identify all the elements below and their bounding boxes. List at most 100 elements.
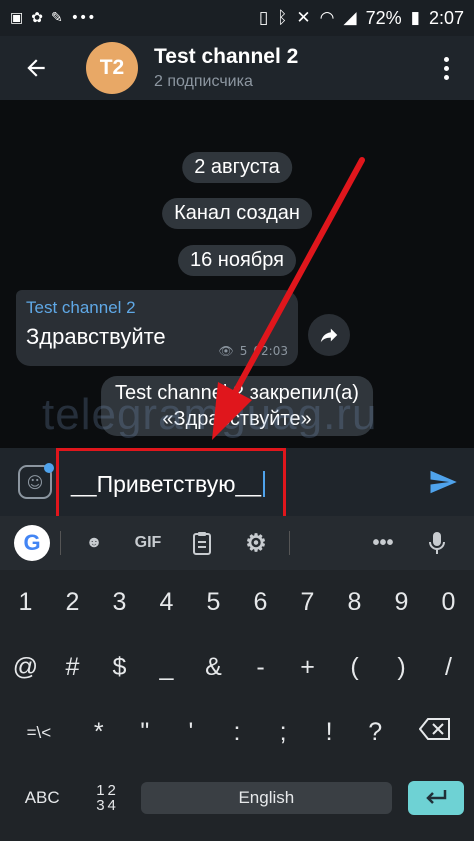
send-button[interactable] xyxy=(428,467,458,497)
battery-icon: ▮ xyxy=(410,8,420,28)
back-button[interactable] xyxy=(12,44,60,92)
number-row: 1 2 3 4 5 6 7 8 9 0 xyxy=(0,570,474,635)
battery-level: 72% xyxy=(365,7,402,28)
message-input-value: __Приветствую__ xyxy=(71,470,262,497)
key[interactable]: - xyxy=(237,653,284,682)
clipboard-icon xyxy=(193,532,211,555)
more-icon: ••• xyxy=(70,10,96,26)
key[interactable]: & xyxy=(190,653,237,682)
key[interactable]: : xyxy=(214,718,260,747)
key[interactable]: ' xyxy=(168,718,214,747)
wifi-icon: ◠ xyxy=(319,8,335,28)
key[interactable]: # xyxy=(49,653,96,682)
pinned-message: «Здравствуйте» xyxy=(162,408,312,430)
message-time: 02:03 xyxy=(253,344,288,358)
key[interactable]: ( xyxy=(331,653,378,682)
key[interactable]: 5 xyxy=(190,588,237,617)
bottom-row: ABC 12 34 English xyxy=(0,765,474,830)
message-input[interactable]: __Приветствую__ xyxy=(56,448,286,520)
sticker-keyboard-button[interactable]: ☻ xyxy=(67,523,121,563)
symbol-row-2: =\< * " ' : ; ! ? xyxy=(0,700,474,765)
key[interactable]: @ xyxy=(2,653,49,682)
keyboard-toolbar: G ☻ GIF ⚙ ••• xyxy=(0,516,474,570)
key[interactable]: ? xyxy=(352,718,398,747)
sticker-button[interactable]: ☺ xyxy=(18,463,54,499)
numpad-label-bottom: 34 xyxy=(96,796,119,814)
gear-icon: ⚙ xyxy=(245,529,267,557)
symbol-row: @ # $ _ & - + ( ) / xyxy=(0,635,474,700)
keyboard-settings-button[interactable]: ⚙ xyxy=(229,523,283,563)
share-button[interactable] xyxy=(308,314,350,356)
text-caret xyxy=(263,471,266,497)
abc-key[interactable]: ABC xyxy=(2,788,82,808)
view-count: 5 xyxy=(239,344,248,358)
message-meta: 👁 5 02:03 xyxy=(219,344,288,358)
subscriber-count: 2 подписчика xyxy=(154,73,253,90)
backspace-icon xyxy=(418,718,451,740)
signal-icon: ◢ xyxy=(343,8,357,28)
key[interactable]: 9 xyxy=(378,588,425,617)
voice-input-button[interactable] xyxy=(410,523,464,563)
key[interactable]: 3 xyxy=(96,588,143,617)
key[interactable]: + xyxy=(284,653,331,682)
channel-info[interactable]: Test channel 2 2 подписчика xyxy=(154,45,298,91)
space-key[interactable]: English xyxy=(140,781,392,814)
broom-icon: ✎ xyxy=(50,10,63,26)
composer-bar: ☺ __Приветствую__ xyxy=(0,448,474,520)
sim-icon: ▯ xyxy=(258,8,269,28)
sticker-icon: ☻ xyxy=(85,534,103,551)
key[interactable]: 0 xyxy=(425,588,472,617)
date-badge: 2 августа xyxy=(182,152,292,183)
date-badge: 16 ноября xyxy=(178,245,296,276)
google-search-button[interactable]: G xyxy=(10,523,54,563)
clipboard-button[interactable] xyxy=(175,523,229,563)
key[interactable]: 8 xyxy=(331,588,378,617)
avatar[interactable]: T2 xyxy=(86,42,138,94)
more-button[interactable]: ••• xyxy=(356,523,410,563)
bluetooth-icon: ᛒ xyxy=(277,8,288,28)
key[interactable]: 1 xyxy=(2,588,49,617)
key[interactable]: / xyxy=(425,653,472,682)
google-icon: G xyxy=(14,525,50,561)
key[interactable]: $ xyxy=(96,653,143,682)
numpad-label-top: 12 xyxy=(96,781,119,799)
backspace-key[interactable] xyxy=(398,718,472,747)
chat-area[interactable]: 2 августа Канал создан 16 ноября Test ch… xyxy=(0,100,474,448)
key[interactable]: _ xyxy=(143,653,190,682)
key[interactable]: * xyxy=(76,718,122,747)
key[interactable]: ! xyxy=(306,718,352,747)
key[interactable]: 6 xyxy=(237,588,284,617)
enter-icon xyxy=(426,789,447,804)
key[interactable]: 4 xyxy=(143,588,190,617)
pinned-line: Test channel 2 закрепил(а) xyxy=(115,382,359,404)
message-author: Test channel 2 xyxy=(26,298,136,317)
chat-header: T2 Test channel 2 2 подписчика xyxy=(0,36,474,100)
more-menu-button[interactable] xyxy=(436,56,456,80)
settings-icon: ✿ xyxy=(31,10,43,26)
service-message: Канал создан xyxy=(162,198,312,229)
microphone-icon xyxy=(429,532,445,554)
pinned-service-message: Test channel 2 закрепил(а) «Здравствуйте… xyxy=(101,376,373,436)
clock: 2:07 xyxy=(428,7,464,28)
enter-key[interactable] xyxy=(408,780,464,815)
key[interactable]: " xyxy=(122,718,168,747)
key[interactable]: 2 xyxy=(49,588,96,617)
arrow-left-icon xyxy=(27,59,45,77)
gif-button[interactable]: GIF xyxy=(121,523,175,563)
key[interactable]: 7 xyxy=(284,588,331,617)
numpad-key[interactable]: 12 34 xyxy=(82,783,132,813)
notification-dot xyxy=(44,463,54,473)
eye-icon: 👁 xyxy=(218,344,234,358)
keyboard: G ☻ GIF ⚙ ••• 1 2 3 4 5 6 7 8 9 0 @ # $ … xyxy=(0,516,474,841)
key[interactable]: ; xyxy=(260,718,306,747)
image-icon: ▣ xyxy=(10,10,24,26)
message-bubble[interactable]: Test channel 2 Здравствуйте 👁 5 02:03 xyxy=(16,290,298,366)
mute-icon: ✕ xyxy=(296,8,311,28)
sticker-icon: ☺ xyxy=(26,472,44,492)
share-icon xyxy=(320,328,338,343)
status-bar: ▣ ✿ ✎ ••• ▯ ᛒ ✕ ◠ ◢ 72% ▮ 2:07 xyxy=(0,0,474,36)
channel-title: Test channel 2 xyxy=(154,45,299,68)
more-icon: ••• xyxy=(372,531,394,554)
key[interactable]: ) xyxy=(378,653,425,682)
more-symbols-key[interactable]: =\< xyxy=(2,723,76,743)
